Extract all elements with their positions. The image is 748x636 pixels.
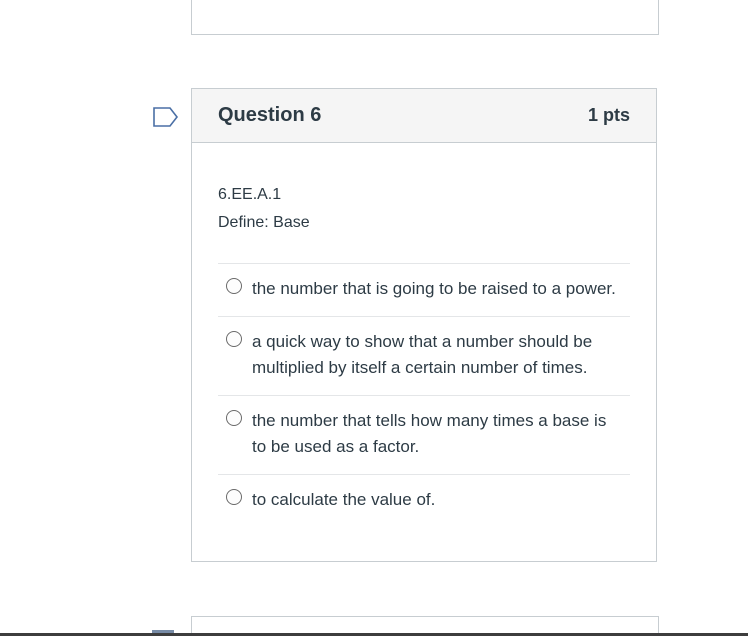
answer-label: a quick way to show that a number should…: [252, 332, 593, 377]
question-standard: 6.EE.A.1: [218, 186, 282, 203]
question-points: 1 pts: [587, 105, 630, 125]
answer-option[interactable]: a quick way to show that a number should…: [218, 317, 630, 396]
radio-button-icon[interactable]: [226, 410, 242, 426]
answer-option[interactable]: to calculate the value of.: [218, 475, 630, 527]
question-body: 6.EE.A.1 Define: Base the number that is…: [192, 143, 656, 527]
answer-option[interactable]: the number that is going to be raised to…: [218, 264, 630, 317]
question-prompt: Define: Base: [218, 214, 310, 231]
answer-list: the number that is going to be raised to…: [218, 263, 630, 527]
previous-question-card: [191, 0, 659, 35]
question-header: Question 6 1 pts: [192, 89, 656, 143]
radio-button-icon[interactable]: [226, 331, 242, 347]
quiz-page: Question 6 1 pts 6.EE.A.1 Define: Base t…: [0, 0, 748, 636]
question-title: Question 6: [218, 104, 322, 126]
answer-label: to calculate the value of.: [252, 490, 436, 509]
question-card: Question 6 1 pts 6.EE.A.1 Define: Base t…: [191, 88, 657, 562]
radio-button-icon[interactable]: [226, 489, 242, 505]
answer-option[interactable]: the number that tells how many times a b…: [218, 396, 630, 475]
answer-label: the number that is going to be raised to…: [252, 279, 616, 298]
radio-button-icon[interactable]: [226, 278, 242, 294]
bookmark-flag-icon[interactable]: [152, 106, 180, 128]
answer-label: the number that tells how many times a b…: [252, 411, 607, 456]
